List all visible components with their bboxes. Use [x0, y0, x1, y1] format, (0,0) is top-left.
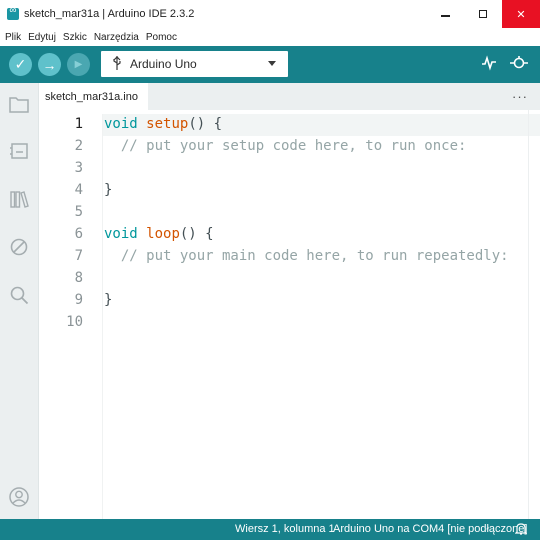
line-number: 4: [74, 182, 83, 198]
code-line[interactable]: 4}: [39, 179, 113, 201]
code-token: // put your main code here, to run repea…: [104, 248, 509, 264]
debug-icon[interactable]: [8, 236, 30, 258]
line-number: 3: [74, 160, 83, 176]
debug-button[interactable]: ▶: [67, 53, 90, 76]
code-line[interactable]: 8: [39, 267, 104, 289]
line-number: 2: [74, 138, 83, 154]
serial-plotter-button[interactable]: [481, 55, 497, 75]
line-number: 6: [74, 226, 83, 242]
window-title: sketch_mar31a | Arduino IDE 2.3.2: [24, 8, 195, 20]
sketchbook-icon[interactable]: [8, 93, 30, 115]
code-token: // put your setup code here, to run once…: [104, 138, 467, 154]
line-number: 5: [74, 204, 83, 220]
title-bar: sketch_mar31a | Arduino IDE 2.3.2 ✕: [0, 0, 540, 28]
code-text: }: [104, 182, 112, 198]
library-manager-icon[interactable]: [8, 188, 30, 210]
serial-monitor-icon: [510, 56, 528, 69]
code-line[interactable]: 3: [39, 157, 104, 179]
code-token: setup: [146, 116, 189, 132]
more-options-icon[interactable]: ···: [512, 89, 528, 104]
code-text: // put your main code here, to run repea…: [104, 248, 509, 264]
code-line[interactable]: 7 // put your main code here, to run rep…: [39, 245, 509, 267]
serial-monitor-button[interactable]: [509, 55, 529, 75]
menu-edit[interactable]: Edytuj: [28, 32, 56, 43]
minimize-icon: [440, 15, 450, 17]
debug-play-icon: ▶: [74, 59, 83, 70]
menu-tools[interactable]: Narzędzia: [94, 32, 139, 43]
cursor-position[interactable]: Wiersz 1, kolumna 1: [235, 523, 335, 535]
code-line[interactable]: 9}: [39, 289, 113, 311]
board-selector-label: Arduino Uno: [130, 57, 197, 71]
close-button[interactable]: ✕: [502, 0, 540, 28]
code-token: loop: [146, 226, 180, 242]
code-line[interactable]: 2 // put your setup code here, to run on…: [39, 135, 467, 157]
line-number: 10: [66, 314, 83, 330]
code-text: // put your setup code here, to run once…: [104, 138, 467, 154]
bell-icon[interactable]: [514, 522, 528, 538]
board-status[interactable]: Arduino Uno na COM4 [nie podłączone]: [333, 523, 527, 535]
code-line[interactable]: 1 void setup() {: [39, 113, 222, 135]
menu-sketch[interactable]: Szkic: [63, 32, 87, 43]
upload-button[interactable]: →: [38, 53, 61, 76]
usb-icon: [112, 55, 122, 73]
line-number: 1: [74, 116, 83, 132]
maximize-button[interactable]: [464, 0, 502, 28]
tab-label: sketch_mar31a.ino: [45, 90, 138, 103]
toolbar: ✓ → ▶ Arduino Uno: [0, 46, 540, 83]
verify-button[interactable]: ✓: [9, 53, 32, 76]
serial-plotter-icon: [482, 55, 496, 71]
code-token: void: [104, 116, 147, 132]
code-token: }: [104, 292, 113, 308]
code-editor[interactable]: 1 void setup() {2 // put your setup code …: [39, 110, 540, 519]
code-token: () {: [188, 116, 223, 132]
arrow-right-icon: →: [42, 56, 57, 73]
code-line[interactable]: 10: [39, 311, 104, 333]
menu-bar: Plik Edytuj Szkic Narzędzia Pomoc: [0, 28, 540, 46]
line-number: 8: [74, 270, 83, 286]
code-text: void setup() {: [104, 116, 222, 132]
code-token: void: [104, 226, 147, 242]
code-line[interactable]: 6 void loop() {: [39, 223, 214, 245]
vertical-scrollbar[interactable]: [528, 110, 540, 519]
checkmark-icon: ✓: [14, 56, 27, 72]
menu-file[interactable]: Plik: [5, 32, 21, 43]
line-number: 7: [74, 248, 83, 264]
maximize-icon: [479, 10, 487, 18]
minimize-button[interactable]: [426, 0, 464, 28]
editor-tab-bar: sketch_mar31a.ino ···: [39, 83, 540, 110]
code-token: () {: [179, 226, 214, 242]
chevron-down-icon: [268, 61, 276, 66]
board-selector[interactable]: Arduino Uno: [101, 51, 288, 77]
line-number: 9: [74, 292, 83, 308]
window-controls: ✕: [426, 0, 540, 28]
status-bar: Wiersz 1, kolumna 1 Arduino Uno na COM4 …: [0, 519, 540, 540]
code-token: }: [104, 182, 113, 198]
code-text: void loop() {: [104, 226, 214, 242]
code-line[interactable]: 5: [39, 201, 104, 223]
menu-help[interactable]: Pomoc: [146, 32, 177, 43]
boards-manager-icon[interactable]: [8, 140, 30, 162]
activity-sidebar: [0, 83, 39, 519]
tab-sketch-file[interactable]: sketch_mar31a.ino: [39, 83, 148, 110]
close-icon: ✕: [516, 8, 526, 21]
account-icon[interactable]: [8, 486, 30, 508]
search-icon[interactable]: [8, 284, 30, 306]
arduino-logo-icon: [7, 5, 19, 20]
code-text: }: [104, 292, 112, 308]
